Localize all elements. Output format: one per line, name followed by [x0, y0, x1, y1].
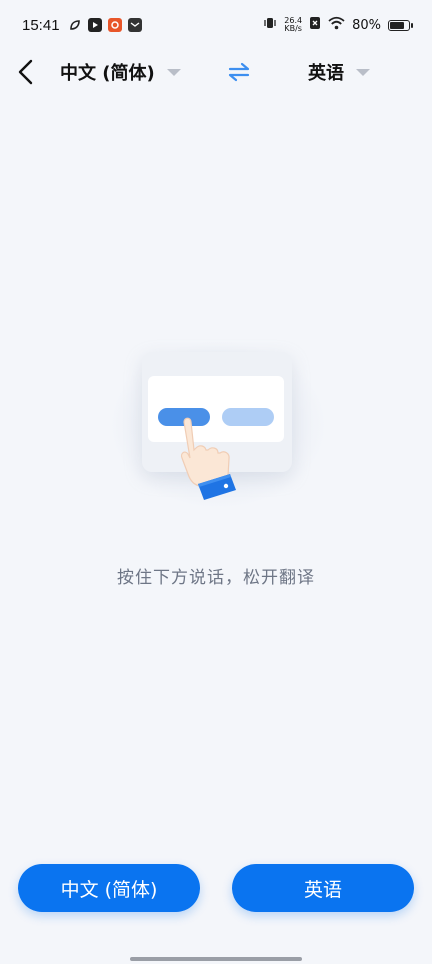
chevron-left-icon	[18, 59, 33, 85]
status-time: 15:41	[22, 16, 60, 34]
wifi-icon	[328, 16, 345, 34]
target-language-select[interactable]: 英语	[308, 58, 370, 86]
caret-down-icon	[166, 68, 181, 76]
status-left: 15:41	[22, 17, 142, 34]
hint-text: 按住下方说话，松开翻译	[117, 568, 315, 588]
net-speed-unit: KB/s	[284, 24, 302, 33]
mail-app-icon	[127, 18, 142, 32]
speak-source-label: 中文 (简体)	[60, 878, 158, 901]
battery-percent: 80%	[352, 17, 381, 33]
home-indicator[interactable]	[130, 957, 302, 961]
video-app-icon	[87, 18, 102, 32]
press-to-talk-illustration	[108, 340, 328, 510]
swap-languages-button[interactable]	[226, 60, 252, 84]
pointing-hand-icon	[180, 417, 236, 500]
no-sim-icon	[309, 16, 321, 34]
status-right: 26.4 KB/s 80%	[263, 16, 413, 34]
speak-target-label: 英语	[303, 878, 342, 901]
header: 中文 (简体) 英语	[0, 50, 432, 94]
back-button[interactable]	[12, 56, 40, 88]
swap-arrows-icon	[228, 62, 250, 82]
vibrate-icon	[263, 16, 277, 34]
game-app-icon	[107, 18, 122, 32]
target-language-label: 英语	[308, 63, 344, 84]
source-language-select[interactable]: 中文 (简体)	[60, 58, 181, 86]
source-language-label: 中文 (简体)	[60, 63, 155, 84]
caret-down-icon	[356, 68, 370, 76]
net-speed: 26.4 KB/s	[284, 17, 302, 33]
battery-level	[390, 21, 405, 29]
speak-source-button[interactable]: 中文 (简体)	[18, 864, 200, 912]
leaf-app-icon	[68, 18, 82, 32]
status-bar: 15:41 26.4 KB/s 80%	[0, 0, 432, 50]
speak-target-button[interactable]: 英语	[232, 864, 414, 912]
battery-icon	[388, 19, 413, 31]
